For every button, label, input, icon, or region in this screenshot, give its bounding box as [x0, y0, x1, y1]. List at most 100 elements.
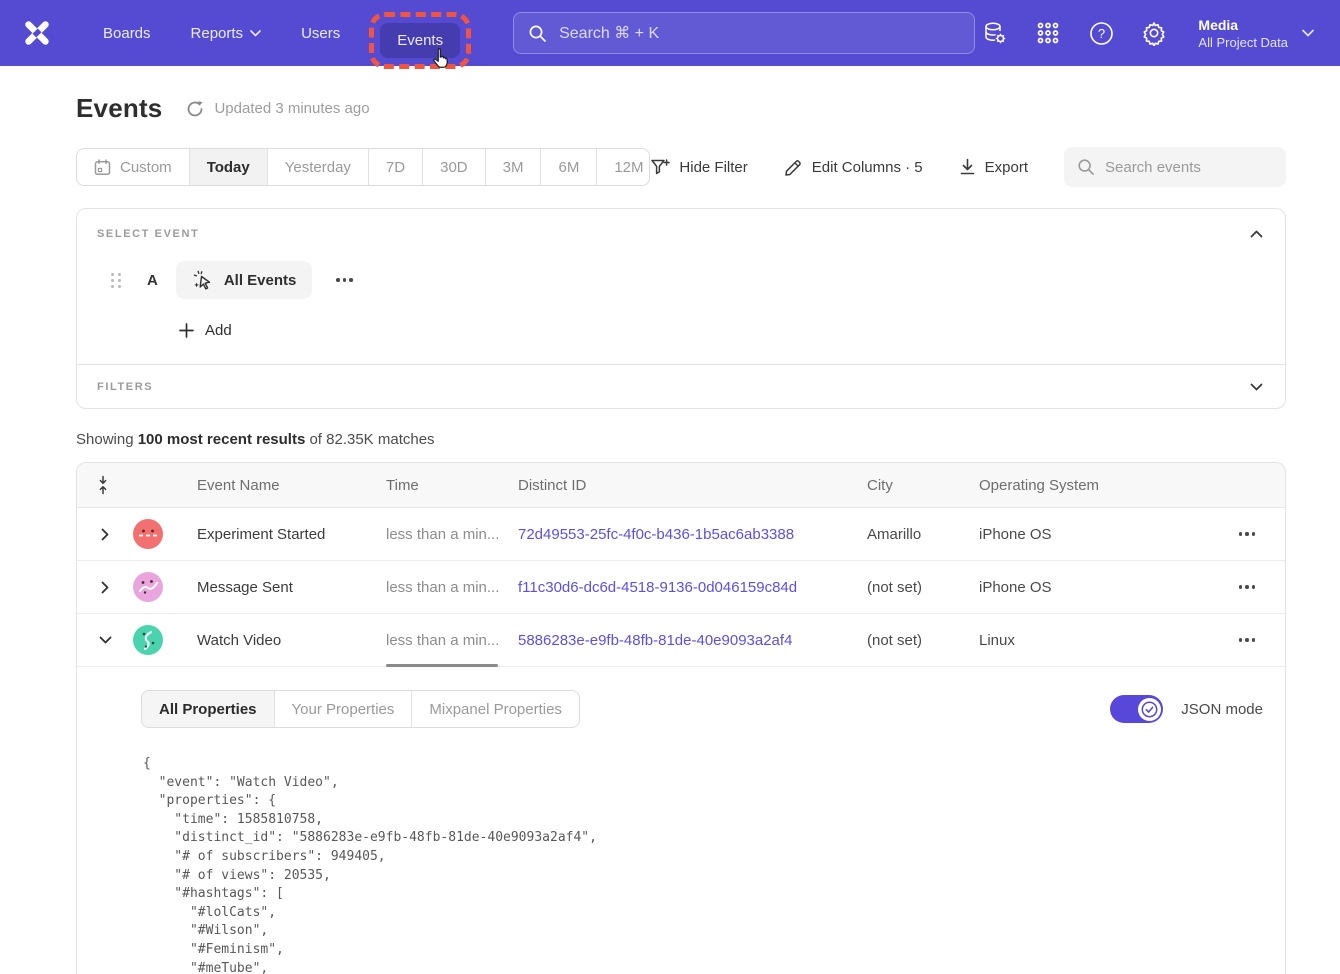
event-name-cell: Message Sent [197, 579, 386, 596]
event-pill-label: All Events [224, 272, 297, 289]
expand-filters-button[interactable] [1250, 383, 1263, 391]
date-range-today[interactable]: Today [190, 149, 268, 185]
magic-pointer-icon [192, 269, 214, 291]
expand-row-button[interactable] [77, 528, 133, 541]
event-avatar-icon [133, 625, 163, 655]
calendar-icon [94, 159, 111, 176]
add-event-button[interactable]: Add [179, 322, 1263, 339]
tab-mixpanel-properties[interactable]: Mixpanel Properties [412, 691, 579, 727]
date-range-label: 12M [614, 159, 643, 176]
date-range-3m[interactable]: 3M [486, 149, 542, 185]
add-button-label: Add [205, 322, 232, 339]
event-json-view: { "event": "Watch Video", "properties": … [143, 755, 1263, 974]
edit-columns-button[interactable]: Edit Columns · 5 [784, 158, 923, 177]
date-range-7d[interactable]: 7D [369, 149, 423, 185]
date-range-30d[interactable]: 30D [423, 149, 486, 185]
nav-item-users[interactable]: Users [286, 15, 355, 52]
column-header-distinct-id[interactable]: Distinct ID [518, 477, 867, 494]
nav-item-boards[interactable]: Boards [88, 15, 166, 52]
date-range-label: Custom [120, 159, 172, 176]
json-mode-toggle[interactable] [1110, 695, 1163, 723]
column-header-event-name[interactable]: Event Name [197, 477, 386, 494]
city-cell: (not set) [867, 579, 979, 596]
download-icon [959, 158, 976, 176]
refresh-icon[interactable] [186, 100, 204, 118]
settings-gear-icon[interactable] [1141, 20, 1167, 46]
distinct-id-link[interactable]: 5886283e-e9fb-48fb-81de-40e9093a2af4 [518, 632, 867, 649]
pencil-icon [784, 158, 803, 177]
expand-row-button[interactable] [77, 581, 133, 594]
table-row[interactable]: Experiment Started less than a min... 72… [77, 508, 1285, 561]
filter-funnel-icon [650, 158, 670, 177]
column-header-city[interactable]: City [867, 477, 979, 494]
tab-label: Your Properties [292, 701, 395, 718]
table-row-expanded[interactable]: Watch Video less than a min... 5886283e-… [77, 614, 1285, 667]
events-table: Event Name Time Distinct ID City Operati… [76, 462, 1286, 974]
properties-tabs: All Properties Your Properties Mixpanel … [141, 690, 580, 728]
results-summary: Showing 100 most recent results of 82.35… [76, 431, 1286, 448]
data-management-icon[interactable] [982, 20, 1008, 46]
column-header-time[interactable]: Time [386, 477, 518, 494]
export-button[interactable]: Export [959, 158, 1028, 176]
global-search-input[interactable]: Search ⌘ + K [513, 12, 975, 54]
nav-item-reports[interactable]: Reports [176, 15, 277, 52]
project-selector[interactable]: Media All Project Data [1198, 16, 1314, 51]
tab-label: Mixpanel Properties [429, 701, 562, 718]
search-events-placeholder: Search events [1105, 159, 1201, 176]
row-more-options-icon[interactable] [1233, 526, 1262, 542]
hide-filter-button[interactable]: Hide Filter [650, 158, 747, 177]
collapse-row-button[interactable] [77, 636, 133, 644]
search-icon [1077, 158, 1095, 176]
tab-all-properties[interactable]: All Properties [142, 691, 275, 727]
date-range-label: 6M [558, 159, 579, 176]
mixpanel-logo-icon[interactable] [22, 18, 52, 48]
city-cell: Amarillo [867, 526, 979, 543]
table-row[interactable]: Message Sent less than a min... f11c30d6… [77, 561, 1285, 614]
filters-label: FILTERS [97, 381, 153, 393]
help-icon[interactable]: ? [1088, 20, 1114, 46]
apps-grid-icon[interactable] [1035, 20, 1061, 46]
date-range-12m[interactable]: 12M [597, 149, 650, 185]
top-navbar: Boards Reports Users Events Search ⌘ + K [0, 0, 1340, 66]
distinct-id-link[interactable]: 72d49553-25fc-4f0c-b436-1b5ac6ab3388 [518, 526, 867, 543]
chevron-right-icon [101, 528, 109, 541]
date-range-label: Yesterday [285, 159, 351, 176]
date-range-label: 3M [503, 159, 524, 176]
row-more-options-icon[interactable] [1233, 579, 1262, 595]
collapse-select-event-button[interactable] [1250, 230, 1263, 238]
date-range-control: Custom Today Yesterday 7D 30D 3M 6M 12M [76, 148, 650, 186]
event-avatar-icon [133, 572, 163, 602]
os-cell: iPhone OS [979, 579, 1209, 596]
plus-icon [179, 323, 194, 338]
chevron-down-icon [250, 30, 261, 37]
event-name-cell: Watch Video [197, 632, 386, 649]
query-builder-card: SELECT EVENT A [76, 208, 1286, 409]
os-cell: Linux [979, 632, 1209, 649]
chevron-up-icon [1250, 230, 1263, 238]
event-row-more-options-icon[interactable] [330, 272, 359, 288]
export-label: Export [985, 159, 1028, 176]
city-cell: (not set) [867, 632, 979, 649]
hide-filter-label: Hide Filter [679, 159, 747, 176]
project-name: Media [1198, 16, 1288, 34]
time-cell: less than a min... [386, 632, 518, 649]
os-cell: iPhone OS [979, 526, 1209, 543]
json-mode-label: JSON mode [1181, 701, 1263, 718]
drag-handle[interactable] [111, 273, 123, 288]
column-header-os[interactable]: Operating System [979, 477, 1209, 494]
date-range-yesterday[interactable]: Yesterday [268, 149, 369, 185]
search-events-input[interactable]: Search events [1064, 147, 1286, 187]
event-selector-pill[interactable]: All Events [176, 261, 313, 299]
distinct-id-link[interactable]: f11c30d6-dc6d-4518-9136-0d046159c84d [518, 579, 867, 596]
nav-item-label: Reports [191, 25, 244, 42]
time-cell: less than a min... [386, 526, 518, 543]
date-range-6m[interactable]: 6M [541, 149, 597, 185]
row-more-options-icon[interactable] [1233, 632, 1262, 648]
last-updated-text: Updated 3 minutes ago [214, 100, 369, 117]
select-event-label: SELECT EVENT [97, 228, 199, 240]
date-range-custom[interactable]: Custom [77, 149, 190, 185]
tab-your-properties[interactable]: Your Properties [275, 691, 413, 727]
horizontal-scrollbar-thumb[interactable] [386, 664, 498, 667]
chevron-down-icon [1250, 383, 1263, 391]
sort-icon[interactable] [77, 475, 133, 495]
